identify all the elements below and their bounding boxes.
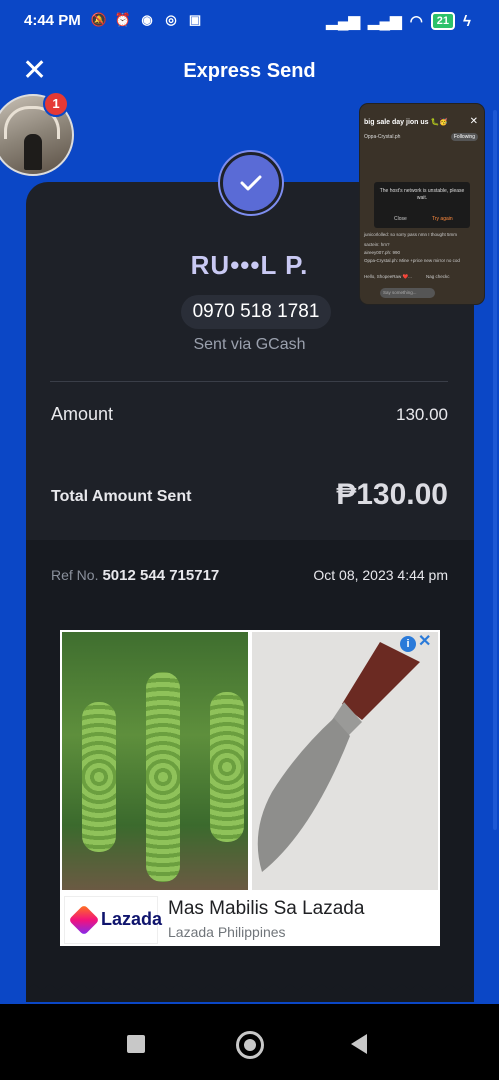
page-title: Express Send (183, 60, 316, 82)
pip-dialog-retry-button[interactable]: Try again (432, 216, 453, 222)
ad-image-brussels-sprouts[interactable] (62, 632, 248, 890)
lazada-logo: Lazada (64, 896, 162, 944)
success-check-icon (220, 152, 282, 214)
status-time: 4:44 PM (24, 12, 81, 29)
pip-chat-line: Hello, ShopeeRaw ❤️... (364, 274, 412, 279)
floating-video-window[interactable]: big sale day jion us 🐛🥳 ✕ Oppa-Crystal.p… (360, 104, 484, 304)
pip-chat-line: junicorlolled: so sorry pass nmn I thoug… (364, 232, 458, 237)
ad-footer[interactable]: Lazada Mas Mabilis Sa Lazada Lazada Phil… (60, 892, 440, 946)
wifi-icon: ◠ (409, 13, 423, 30)
game-icon: ◉ (141, 12, 153, 27)
amount-value: 130.00 (396, 405, 448, 424)
chat-head-avatar[interactable]: 1 (0, 91, 74, 176)
sent-via-label: Sent via GCash (193, 336, 306, 353)
pip-chat-line: Oppa-Crystal.ph: Mine +price new mirror … (364, 258, 460, 263)
top-bar: ✕ Express Send (0, 48, 499, 96)
pip-close-icon[interactable]: ✕ (470, 116, 478, 127)
sprout-stalk (210, 692, 244, 842)
sprout-stalk (82, 702, 116, 852)
ad-image-knife[interactable]: i ✕ (252, 632, 438, 890)
pip-chat-line: Nag checkc (426, 274, 450, 279)
lazada-logo-text: Lazada (101, 909, 163, 929)
pip-host: Oppa-Crystal.ph (364, 134, 401, 140)
ref-value: 5012 544 715717 (102, 567, 220, 584)
ad-headline[interactable]: Mas Mabilis Sa Lazada (168, 898, 364, 920)
pip-title: big sale day jion us 🐛🥳 (364, 119, 448, 126)
notification-badge: 1 (43, 91, 69, 117)
avatar-figure (24, 134, 42, 170)
pip-dialog-close-button[interactable]: Close (394, 216, 407, 222)
mute-icon: 🔕 (90, 12, 108, 27)
home-button[interactable] (236, 1031, 264, 1059)
recipient-phone: 0970 518 1781 (181, 295, 331, 329)
battery-indicator: 21 (430, 12, 456, 30)
ad-close-icon[interactable]: ✕ (418, 634, 434, 650)
reference-number: Ref No. 5012 544 715717 (51, 567, 219, 584)
pip-chat-line: sactein: hm? (364, 242, 390, 247)
lazada-heart-icon (68, 904, 100, 936)
ad-banner[interactable]: i ✕ Lazada Mas Mabilis Sa Lazada Lazada … (60, 630, 440, 946)
info-icon[interactable]: i (400, 636, 416, 652)
pip-dialog-message: The host's network is unstable, please w… (379, 188, 465, 201)
android-nav-bar (0, 1004, 499, 1080)
divider (50, 381, 448, 382)
gmail-icon: ▣ (188, 12, 202, 27)
ad-advertiser: Lazada Philippines (168, 924, 286, 940)
recents-button[interactable] (127, 1035, 145, 1053)
scrollbar[interactable] (493, 110, 497, 830)
knife-icon (257, 642, 420, 872)
ref-label: Ref No. (51, 567, 99, 583)
transaction-date: Oct 08, 2023 4:44 pm (313, 567, 448, 583)
status-right: ▂▄▆ ▂▄▆ ◠ 21 ϟ (326, 12, 471, 30)
signal-icon-2: ▂▄▆ (368, 13, 402, 30)
signal-icon: ▂▄▆ (326, 13, 360, 30)
messenger-icon: ◎ (165, 12, 177, 27)
back-button[interactable] (351, 1034, 367, 1054)
alarm-icon: ⏰ (114, 12, 132, 27)
notification-icons: 🔕 ⏰ ◉ ◎ ▣ (90, 11, 204, 29)
total-amount-label: Total Amount Sent (51, 488, 192, 505)
amount-label: Amount (51, 404, 114, 424)
pip-comment-input[interactable]: Say something... (380, 288, 435, 298)
sprout-stalk (146, 672, 180, 882)
pip-follow-button[interactable]: Following (450, 133, 478, 141)
status-bar: 4:44 PM 🔕 ⏰ ◉ ◎ ▣ ▂▄▆ ▂▄▆ ◠ 21 ϟ (0, 0, 499, 42)
total-amount-value: ₱130.00 (336, 478, 448, 511)
pip-chat-line: aireey007.ph: 990 (364, 250, 401, 255)
pip-network-dialog: The host's network is unstable, please w… (374, 182, 470, 228)
charging-icon: ϟ (463, 12, 471, 30)
